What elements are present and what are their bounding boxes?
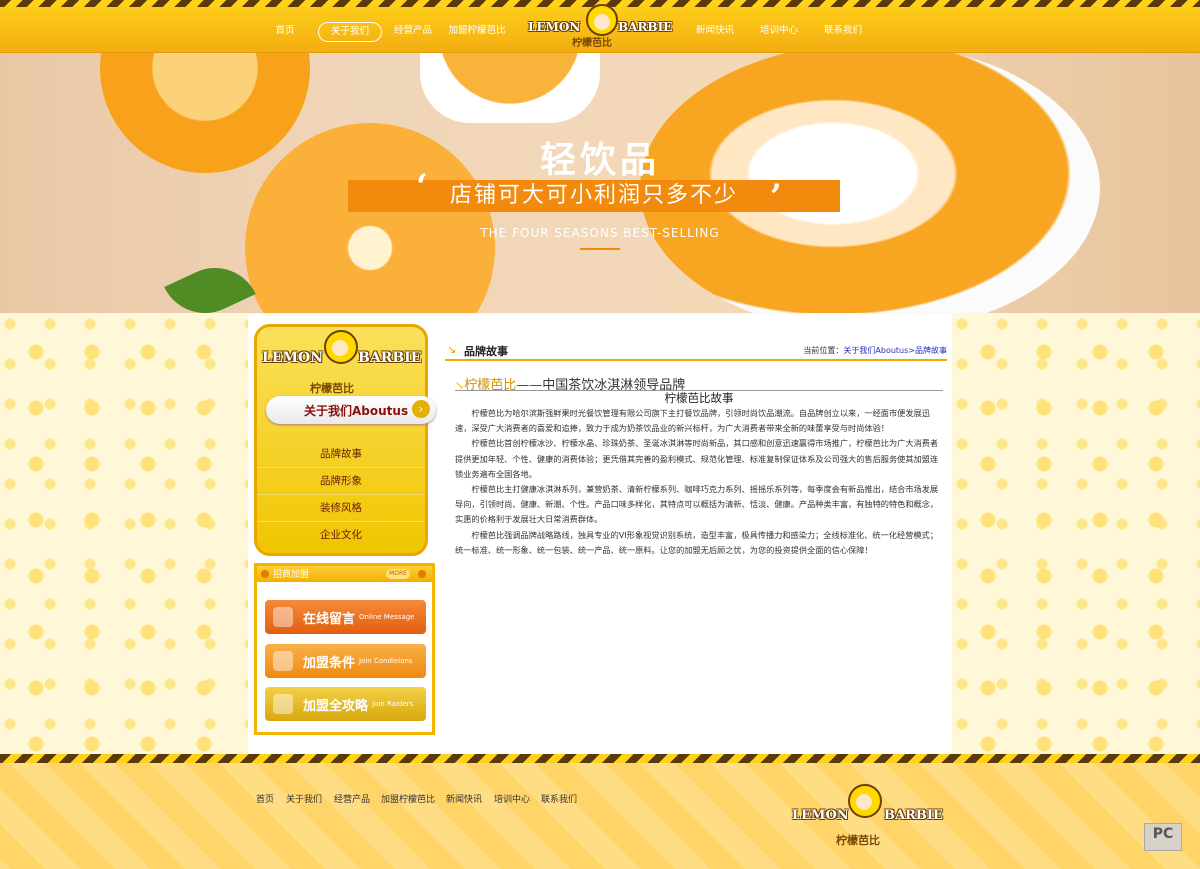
online-message-cn: 在线留言 — [303, 612, 356, 627]
quote-close-icon: ’ — [770, 177, 782, 217]
footer-nav-contact[interactable]: 联系我们 — [541, 792, 577, 805]
logo-text-right: BARBIE — [618, 20, 673, 34]
footer-logo-right: BARBIE — [884, 808, 943, 823]
logo-text-cn: 柠檬芭比 — [572, 38, 612, 49]
join-raiders-cn: 加盟全攻略 — [303, 699, 369, 714]
mascot-icon — [586, 4, 618, 36]
article-paragraph: 柠檬芭比首创柠檬冰沙、柠檬水晶、珍珠奶茶、圣诞冰淇淋等时尚新品，其口感和创意迅速… — [455, 438, 939, 479]
online-message-button[interactable]: 在线留言 Online Message — [265, 600, 426, 634]
footer-logo-cn: 柠檬芭比 — [836, 834, 880, 847]
join-conditions-en: Join Condieions — [359, 657, 413, 665]
quote-open-icon: ‘ — [416, 167, 428, 207]
mascot-icon — [324, 330, 358, 364]
hero-underline — [580, 248, 620, 250]
join-raiders-en: Join Raiders — [372, 700, 414, 708]
chevron-right-icon: › — [412, 400, 430, 418]
article-paragraph: 柠檬芭比强调品牌战略路线，独具专业的VI形象视觉识别系统，造型丰富，极具传播力和… — [455, 529, 938, 555]
dot-icon — [261, 570, 269, 578]
nav-join[interactable]: 加盟柠檬芭比 — [447, 22, 507, 40]
about-us-button[interactable]: 关于我们Aboutus › — [266, 396, 436, 424]
footer-logo-left: LEMON — [792, 808, 849, 823]
hazard-stripe — [0, 754, 1200, 763]
article-paragraph: 柠檬芭比为哈尔滨斯强鲜果时光餐饮管理有限公司旗下主打餐饮品牌，引领时尚饮品潮流。… — [455, 408, 930, 434]
mascot-icon — [848, 784, 882, 818]
sidebar-item-brand-image[interactable]: 品牌形象 — [258, 468, 424, 495]
sidebar-logo: LEMON BARBIE 柠檬芭比 — [262, 330, 422, 395]
message-icon — [273, 607, 293, 627]
breadcrumb-prefix: 当前位置： — [803, 346, 844, 355]
header-logo[interactable]: LEMON BARBIE 柠檬芭比 — [524, 4, 682, 49]
footer-nav-products[interactable]: 经营产品 — [334, 792, 370, 805]
breadcrumb-link[interactable]: 关于我们Aboutus>品牌故事 — [843, 346, 947, 355]
article-body: 柠檬芭比为哈尔滨斯强鲜果时光餐饮管理有限公司旗下主打餐饮品牌，引领时尚饮品潮流。… — [455, 406, 943, 558]
join-conditions-cn: 加盟条件 — [303, 656, 356, 671]
nav-home[interactable]: 首页 — [268, 22, 302, 40]
left-lemon-pattern — [0, 314, 248, 754]
footer-nav-about[interactable]: 关于我们 — [286, 792, 322, 805]
article-subtitle: 柠檬芭比故事 — [664, 391, 734, 405]
footer: 首页 关于我们 经营产品 加盟柠檬芭比 新闻快讯 培训中心 联系我们 LEMON… — [0, 754, 1200, 869]
sidebar-logo-left: LEMON — [262, 350, 324, 366]
join-panel-title: 招商加盟 — [273, 570, 310, 580]
footer-nav-join[interactable]: 加盟柠檬芭比 — [381, 792, 435, 805]
hero-subtitle: THE FOUR SEASONS BEST-SELLING — [480, 226, 720, 240]
join-panel-header: 招商加盟 MORE — [257, 566, 432, 582]
right-lemon-pattern — [952, 314, 1200, 754]
watermark: PC — [1144, 823, 1182, 851]
nav-products[interactable]: 经营产品 — [392, 22, 434, 40]
join-panel: 招商加盟 MORE 在线留言 Online Message 加盟条件 Join … — [254, 563, 435, 735]
hero-banner: 轻饮品 店铺可大可小利润只多不少 ‘ ’ THE FOUR SEASONS BE… — [0, 53, 1200, 313]
sidebar-logo-right: BARBIE — [358, 350, 422, 366]
bowl-image — [420, 53, 600, 123]
sidebar-item-brand-story[interactable]: 品牌故事 — [258, 441, 424, 468]
arrow-icon: ↘ — [447, 343, 457, 356]
sidebar-item-decoration[interactable]: 装修风格 — [258, 495, 424, 522]
nav-news[interactable]: 新闻快讯 — [694, 22, 736, 40]
footer-nav-training[interactable]: 培训中心 — [494, 792, 530, 805]
breadcrumb: 当前位置：关于我们Aboutus>品牌故事 — [803, 345, 947, 356]
cup-icon — [273, 651, 293, 671]
online-message-en: Online Message — [359, 613, 415, 621]
dot-icon — [418, 570, 426, 578]
footer-nav-home[interactable]: 首页 — [256, 792, 274, 805]
nav-contact[interactable]: 联系我们 — [822, 22, 864, 40]
nav-about[interactable]: 关于我们 — [318, 22, 382, 42]
sidebar-item-culture[interactable]: 企业文化 — [258, 522, 424, 548]
more-button[interactable]: MORE — [386, 569, 410, 579]
section-title: 品牌故事 — [464, 345, 508, 358]
drink-icon — [273, 694, 293, 714]
logo-text-left: LEMON — [528, 20, 581, 34]
sidebar-logo-cn: 柠檬芭比 — [310, 382, 354, 395]
about-us-label: 关于我们Aboutus — [304, 404, 409, 418]
watermark-text: PC — [1152, 826, 1174, 842]
title-divider — [445, 359, 947, 361]
nav-training[interactable]: 培训中心 — [758, 22, 800, 40]
top-nav: 首页 关于我们 经营产品 加盟柠檬芭比 LEMON BARBIE 柠檬芭比 新闻… — [0, 0, 1200, 53]
footer-nav-news[interactable]: 新闻快讯 — [446, 792, 482, 805]
leaf-image — [164, 253, 256, 313]
footer-logo: LEMON BARBIE 柠檬芭比 — [790, 784, 950, 848]
sidebar-menu: 品牌故事 品牌形象 装修风格 企业文化 — [258, 441, 424, 548]
join-raiders-button[interactable]: 加盟全攻略 Join Raiders — [265, 687, 426, 721]
hero-title: 轻饮品 — [539, 140, 660, 181]
article-paragraph: 柠檬芭比主打健康冰淇淋系列，兼营奶茶、清新柠檬系列、咖啡巧克力系列、摇摇乐系列等… — [455, 484, 939, 525]
join-conditions-button[interactable]: 加盟条件 Join Condieions — [265, 644, 426, 678]
